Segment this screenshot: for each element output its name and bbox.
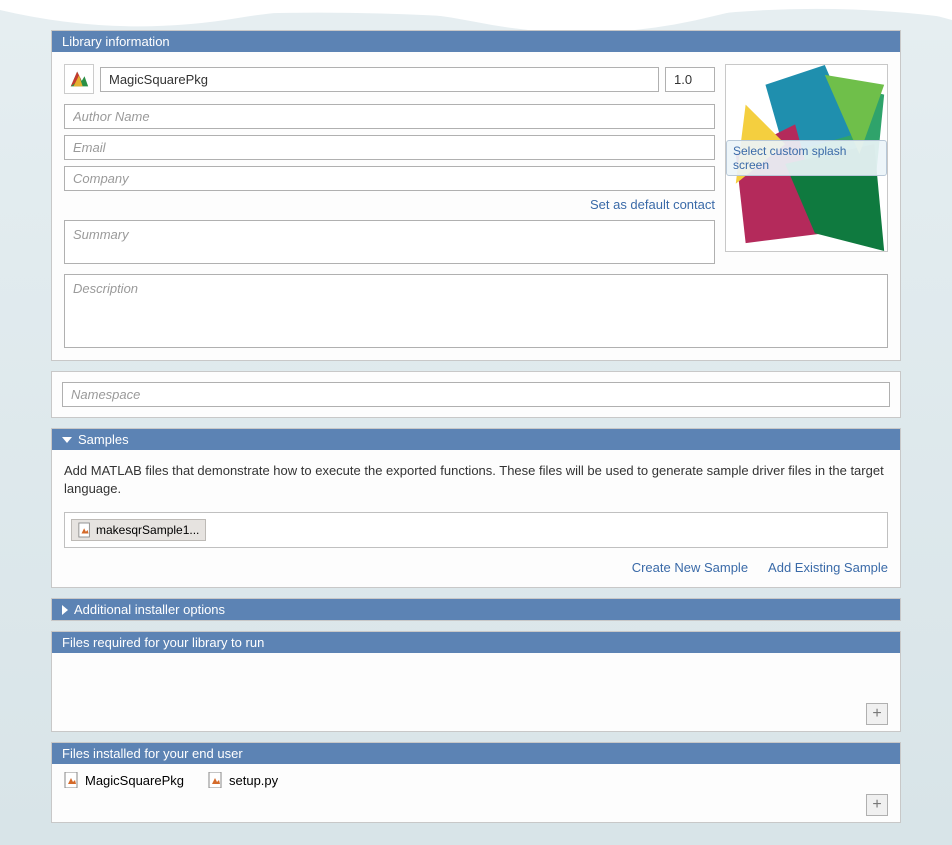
section-title: Files required for your library to run [62,635,264,650]
sample-file-chip[interactable]: makesqrSample1... [71,519,206,541]
matlab-file-icon [78,522,92,538]
summary-textarea[interactable] [64,220,715,264]
files-installed-panel: Files installed for your end user MagicS… [51,742,901,823]
section-title: Files installed for your end user [62,746,243,761]
namespace-panel [51,371,901,418]
installed-file-label: setup.py [229,773,278,788]
python-file-icon [208,772,224,788]
samples-description: Add MATLAB files that demonstrate how to… [64,462,888,498]
section-title: Library information [62,34,170,49]
files-installed-header: Files installed for your end user [52,743,900,764]
plus-icon: + [872,705,881,723]
chevron-down-icon [62,437,72,443]
author-name-input[interactable] [64,104,715,129]
library-version-input[interactable] [665,67,715,92]
library-information-header: Library information [52,31,900,52]
sample-file-label: makesqrSample1... [96,523,199,537]
plus-icon: + [872,796,881,814]
installed-file-item[interactable]: MagicSquarePkg [64,772,184,788]
files-required-header: Files required for your library to run [52,632,900,653]
section-title: Additional installer options [74,602,225,617]
company-input[interactable] [64,166,715,191]
splash-screen-box[interactable]: Select custom splash screen [725,64,888,252]
section-title: Samples [78,432,129,447]
application-icon[interactable] [64,64,94,94]
description-textarea[interactable] [64,274,888,348]
chevron-right-icon [62,605,68,615]
add-required-file-button[interactable]: + [866,703,888,725]
create-new-sample-link[interactable]: Create New Sample [632,560,748,575]
namespace-input[interactable] [62,382,890,407]
email-input[interactable] [64,135,715,160]
library-information-panel: Library information [51,30,901,361]
library-name-input[interactable] [100,67,659,92]
package-file-icon [64,772,80,788]
files-required-panel: Files required for your library to run + [51,631,901,732]
samples-header[interactable]: Samples [52,429,900,450]
installed-file-label: MagicSquarePkg [85,773,184,788]
add-installed-file-button[interactable]: + [866,794,888,816]
set-default-contact-link[interactable]: Set as default contact [590,197,715,212]
additional-installer-panel: Additional installer options [51,598,901,621]
samples-panel: Samples Add MATLAB files that demonstrat… [51,428,901,588]
samples-list: makesqrSample1... [64,512,888,548]
additional-installer-header[interactable]: Additional installer options [52,599,900,620]
add-existing-sample-link[interactable]: Add Existing Sample [768,560,888,575]
splash-screen-label[interactable]: Select custom splash screen [726,140,887,176]
installed-file-item[interactable]: setup.py [208,772,278,788]
installed-files-row: MagicSquarePkg setup.py [64,772,888,788]
